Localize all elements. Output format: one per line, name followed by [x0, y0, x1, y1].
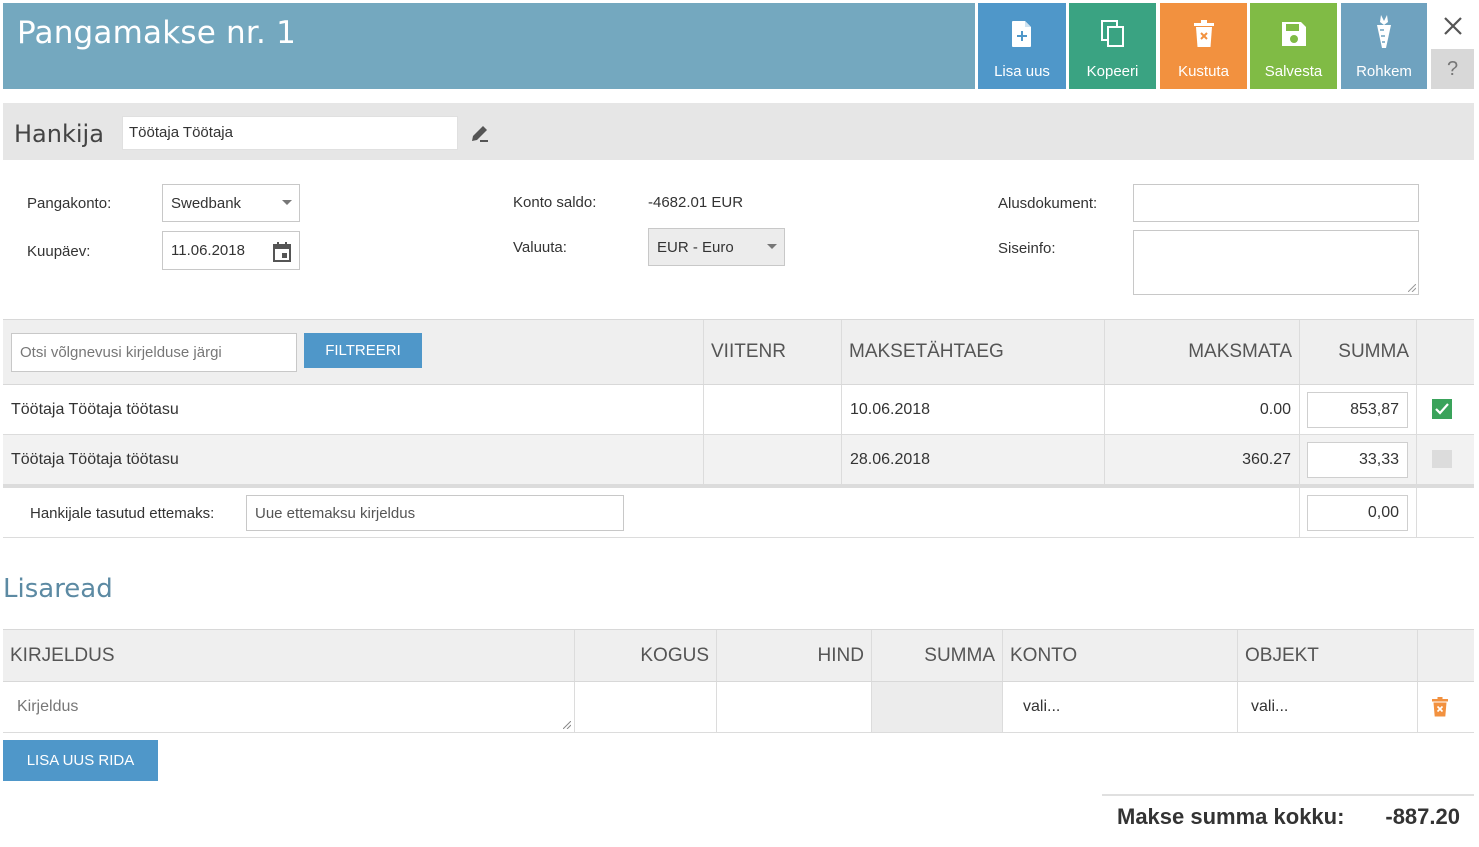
debts-search-placeholder: Otsi võlgnevusi kirjelduse järgi	[20, 344, 222, 361]
supplier-label: Hankija	[14, 120, 104, 148]
column-header-object: OBJEKT	[1238, 630, 1418, 681]
debt-ref	[704, 385, 842, 434]
add-new-label: Lisa uus	[994, 63, 1050, 80]
save-button[interactable]: Salvesta	[1250, 3, 1337, 89]
extra-description-textarea[interactable]: Kirjeldus	[3, 682, 575, 732]
total-label: Makse summa kokku:	[1117, 804, 1345, 829]
date-value: 11.06.2018	[171, 242, 245, 259]
extra-table-header: KIRJELDUS KOGUS HIND SUMMA KONTO OBJEKT	[3, 629, 1474, 682]
page-header: Pangamakse nr. 1	[3, 3, 975, 89]
page-title: Pangamakse nr. 1	[17, 15, 297, 51]
base-document-input[interactable]	[1133, 184, 1419, 222]
debt-checkbox[interactable]	[1432, 399, 1452, 419]
add-new-button[interactable]: Lisa uus	[978, 3, 1066, 89]
balance-label: Konto saldo:	[513, 194, 597, 211]
debt-sum-input[interactable]: 33,33	[1307, 442, 1408, 478]
close-icon	[1443, 17, 1462, 35]
prepayment-placeholder: Uue ettemaksu kirjeldus	[255, 504, 416, 522]
extra-rows-title: Lisaread	[3, 574, 113, 604]
supplier-input[interactable]: Töötaja Töötaja	[122, 116, 458, 150]
debt-unpaid: 0.00	[1105, 385, 1300, 434]
bank-account-select[interactable]: Swedbank	[162, 184, 300, 222]
supplier-bar: Hankija Töötaja Töötaja	[3, 103, 1474, 160]
resize-handle-icon[interactable]	[1408, 284, 1416, 292]
column-header-due: MAKSETÄHTAEG	[842, 320, 1105, 384]
pencil-icon[interactable]	[471, 124, 489, 142]
prepayment-sum-input[interactable]: 0,00	[1307, 495, 1408, 531]
debt-description: Töötaja Töötaja töötasu	[3, 435, 704, 484]
base-document-label: Alusdokument:	[998, 195, 1098, 212]
table-row: Töötaja Töötaja töötasu 10.06.2018 0.00	[3, 385, 1474, 435]
add-document-icon	[1012, 21, 1031, 47]
debt-due-date: 10.06.2018	[842, 385, 1105, 434]
debt-unpaid: 360.27	[1105, 435, 1300, 484]
extra-price-input[interactable]	[717, 682, 872, 732]
currency-select[interactable]: EUR - Euro	[648, 228, 785, 266]
prepayment-label: Hankijale tasutud ettemaks:	[30, 505, 215, 522]
divider	[1102, 794, 1474, 796]
delete-label: Kustuta	[1178, 63, 1229, 80]
column-header-select	[1417, 320, 1474, 384]
filter-button[interactable]: FILTREERI	[304, 333, 422, 368]
date-input[interactable]: 11.06.2018	[162, 231, 300, 270]
save-label: Salvesta	[1264, 63, 1323, 80]
column-header-ref: VIITENR	[704, 320, 842, 384]
column-header-account: KONTO	[1003, 630, 1238, 681]
internal-info-label: Siseinfo:	[998, 240, 1056, 257]
column-header-unpaid: MAKSMATA	[1105, 320, 1300, 384]
column-header-price: HIND	[717, 630, 872, 681]
column-header-actions	[1418, 630, 1474, 681]
currency-label: Valuuta:	[513, 239, 567, 256]
carrot-icon	[1377, 15, 1391, 48]
calendar-icon[interactable]	[273, 242, 291, 262]
balance-value: -4682.01 EUR	[648, 194, 744, 211]
table-row: Töötaja Töötaja töötasu 28.06.2018 360.2…	[3, 435, 1474, 485]
debt-due-date: 28.06.2018	[842, 435, 1105, 484]
copy-icon	[1100, 20, 1124, 47]
extra-quantity-input[interactable]	[575, 682, 717, 732]
help-button[interactable]: ?	[1431, 49, 1474, 89]
prepayment-description-input[interactable]: Uue ettemaksu kirjeldus	[246, 495, 624, 531]
column-header-description: KIRJELDUS	[3, 630, 575, 681]
copy-button[interactable]: Kopeeri	[1069, 3, 1156, 89]
more-label: Rohkem	[1356, 63, 1412, 80]
extra-object-select[interactable]: vali...	[1238, 682, 1418, 732]
extra-description-placeholder: Kirjeldus	[17, 698, 79, 715]
close-button[interactable]	[1431, 3, 1474, 49]
debts-search-input[interactable]: Otsi võlgnevusi kirjelduse järgi	[11, 333, 297, 372]
internal-info-textarea[interactable]	[1133, 230, 1419, 295]
delete-button[interactable]: Kustuta	[1160, 3, 1247, 89]
checkmark-icon	[1435, 403, 1449, 415]
trash-icon	[1193, 20, 1214, 47]
currency-value: EUR - Euro	[657, 238, 734, 256]
bank-account-label: Pangakonto:	[27, 195, 112, 212]
table-row: Kirjeldus vali... vali...	[3, 682, 1474, 733]
column-header-quantity: KOGUS	[575, 630, 717, 681]
column-header-extra-sum: SUMMA	[872, 630, 1003, 681]
bank-account-value: Swedbank	[171, 194, 242, 212]
extra-actions-cell	[1418, 682, 1474, 732]
copy-label: Kopeeri	[1086, 63, 1139, 80]
trash-icon[interactable]	[1432, 697, 1448, 717]
extra-sum-cell	[872, 682, 1003, 732]
chevron-down-icon	[282, 200, 292, 205]
column-header-sum: SUMMA	[1300, 320, 1417, 384]
more-button[interactable]: Rohkem	[1341, 3, 1427, 89]
date-label: Kuupäev:	[27, 243, 91, 260]
add-row-button[interactable]: LISA UUS RIDA	[3, 740, 158, 781]
total-value: -887.20	[1385, 804, 1460, 829]
prepayment-empty-cell	[1417, 488, 1474, 537]
extra-account-select[interactable]: vali...	[1003, 682, 1238, 732]
debt-ref	[704, 435, 842, 484]
resize-handle-icon[interactable]	[563, 721, 571, 729]
debt-sum-input[interactable]: 853,87	[1307, 392, 1408, 428]
debt-description: Töötaja Töötaja töötasu	[3, 385, 704, 434]
debt-checkbox[interactable]	[1432, 450, 1452, 468]
chevron-down-icon	[767, 244, 777, 249]
prepayment-row	[3, 488, 1474, 538]
floppy-disk-icon	[1281, 22, 1306, 46]
